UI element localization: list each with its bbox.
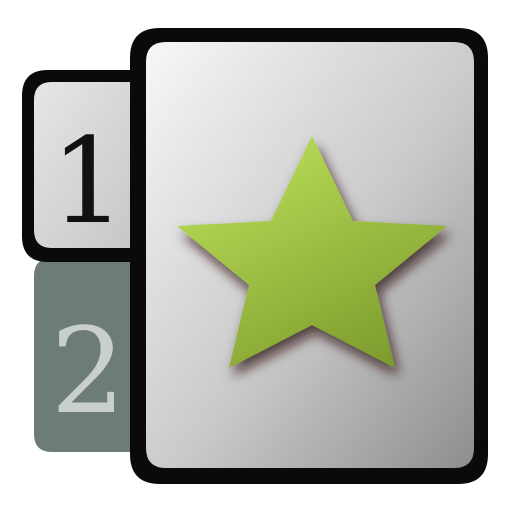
icon-svg: 1 2 (22, 28, 488, 484)
tab-one-label: 1 (50, 112, 125, 250)
favorite-pages-icon: 1 2 (0, 0, 512, 512)
tab-two-label: 2 (50, 302, 125, 440)
